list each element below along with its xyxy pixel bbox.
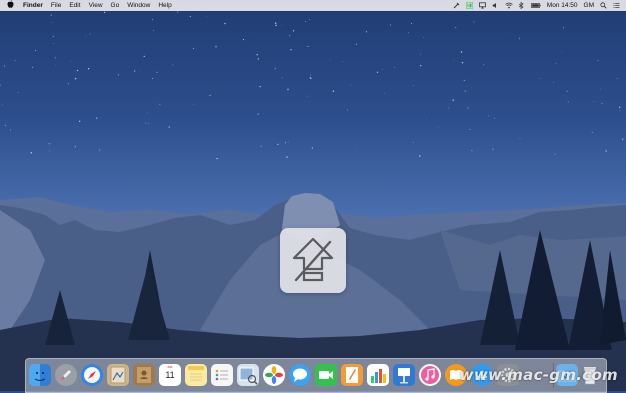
chat-bubble-icon: [293, 368, 307, 382]
video-camera-icon: [319, 371, 333, 379]
menu-file[interactable]: File: [51, 0, 61, 11]
dock-safari[interactable]: [81, 364, 103, 386]
spotlight-search-icon[interactable]: [600, 2, 607, 9]
tool-icon[interactable]: [453, 2, 460, 9]
dock-preview[interactable]: [237, 364, 259, 386]
menu-help[interactable]: Help: [158, 0, 171, 11]
calendar-month: JUL: [167, 365, 173, 369]
dock-numbers[interactable]: [367, 364, 389, 386]
dock-messages[interactable]: [289, 364, 311, 386]
contacts-icon: [137, 367, 151, 383]
compass-icon: [84, 367, 100, 383]
dock-itunes[interactable]: [419, 364, 441, 386]
notes-icon: [188, 366, 204, 381]
bar-chart-icon: [371, 369, 386, 383]
wallpaper-art: [0, 11, 626, 391]
sidebar-app-icon[interactable]: [465, 2, 473, 9]
photos-icon: [265, 366, 283, 384]
finder-icon: [34, 372, 46, 381]
menu-bar: Finder File Edit View Go Window Help Mon…: [0, 0, 626, 11]
dock-finder[interactable]: [29, 364, 51, 386]
notification-center-icon[interactable]: [613, 2, 620, 9]
upload-disabled-icon: [292, 237, 334, 282]
airplay-icon[interactable]: [478, 2, 486, 9]
menu-window[interactable]: Window: [127, 0, 150, 11]
volume-icon[interactable]: [492, 2, 499, 9]
apple-menu-icon[interactable]: [7, 0, 15, 12]
music-note-icon: [421, 366, 439, 384]
clock[interactable]: Mon 14:50: [547, 0, 578, 11]
rocket-icon: [61, 370, 71, 380]
dock-reminders[interactable]: [211, 364, 233, 386]
dock-pages[interactable]: [341, 364, 363, 386]
dock-contacts[interactable]: [133, 364, 155, 386]
menu-view[interactable]: View: [89, 0, 103, 11]
watermark-text: www.mac-gm.com: [459, 366, 618, 384]
calendar-day: 11: [165, 370, 175, 380]
wifi-icon[interactable]: [505, 2, 513, 9]
dock-mail-stamp[interactable]: [107, 364, 129, 386]
checklist-icon: [215, 369, 228, 381]
preview-icon: [239, 367, 258, 385]
menu-finder[interactable]: Finder: [23, 0, 43, 11]
dock-launchpad[interactable]: [55, 364, 77, 386]
menu-go[interactable]: Go: [111, 0, 120, 11]
dock-keynote[interactable]: [393, 364, 415, 386]
podium-icon: [398, 368, 410, 384]
menu-edit[interactable]: Edit: [69, 0, 80, 11]
disabled-upload-hud: [280, 228, 346, 293]
dock-facetime[interactable]: [315, 364, 337, 386]
stamp-icon: [110, 366, 126, 384]
user-menu[interactable]: GM: [584, 0, 594, 11]
dock-calendar[interactable]: JUL 11: [159, 364, 181, 386]
pages-icon: [346, 367, 358, 383]
status-area: Mon 14:50 GM: [453, 0, 620, 11]
bluetooth-icon[interactable]: [518, 2, 525, 9]
battery-icon[interactable]: [530, 2, 541, 9]
dock-notes[interactable]: [185, 364, 207, 386]
dock-photos[interactable]: [263, 364, 285, 386]
desktop-wallpaper: [0, 0, 626, 391]
